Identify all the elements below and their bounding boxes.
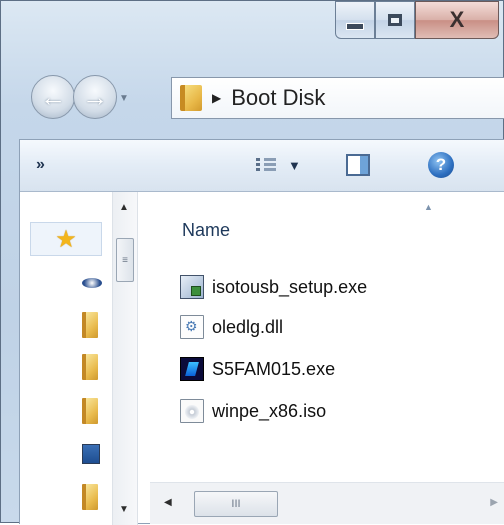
- file-list: ▲ Name isotousb_setup.exe oledlg.dll S5F…: [138, 192, 504, 525]
- setup-exe-icon: [180, 275, 204, 299]
- list-item[interactable]: isotousb_setup.exe: [180, 272, 367, 302]
- grip-icon: ≡: [122, 254, 128, 266]
- dll-file-icon: [180, 315, 204, 339]
- back-arrow-icon: ←: [40, 81, 66, 112]
- views-icon[interactable]: [256, 156, 276, 174]
- list-item[interactable]: winpe_x86.iso: [180, 396, 326, 426]
- disc-image-icon: [180, 399, 204, 423]
- maximize-icon: [388, 14, 402, 26]
- toolbar-overflow-button[interactable]: »: [36, 156, 45, 174]
- folder-icon[interactable]: [82, 312, 98, 338]
- caption-buttons: X: [335, 1, 499, 41]
- folder-icon[interactable]: [82, 484, 98, 510]
- address-bar[interactable]: ▶ Boot Disk: [171, 77, 504, 119]
- command-bar: » ▼ ?: [20, 140, 504, 192]
- maximize-button[interactable]: [375, 1, 415, 39]
- horizontal-scroll-thumb[interactable]: III: [194, 491, 278, 517]
- forward-arrow-icon: →: [82, 81, 108, 112]
- folder-icon: [180, 85, 202, 111]
- close-icon: X: [449, 7, 465, 32]
- file-name: oledlg.dll: [212, 316, 284, 337]
- close-button[interactable]: X: [415, 1, 499, 39]
- list-item[interactable]: oledlg.dll: [180, 312, 283, 342]
- desktop-icon[interactable]: [82, 444, 100, 464]
- drive-icon[interactable]: [82, 278, 102, 288]
- help-icon[interactable]: ?: [428, 152, 454, 178]
- chevron-down-icon: ▼: [119, 93, 129, 104]
- file-name: winpe_x86.iso: [212, 400, 327, 421]
- scroll-left-arrow-icon[interactable]: ◀: [164, 497, 172, 508]
- minimize-button[interactable]: [335, 1, 375, 39]
- explorer-window: X ← → ▼ ▶ Boot Disk » ▼ ? ★ ▲ ≡ ▼ ▲ Name…: [0, 0, 504, 525]
- scroll-down-arrow-icon[interactable]: ▼: [119, 504, 129, 515]
- forward-button[interactable]: →: [73, 75, 117, 119]
- nav-pane-vertical-scrollbar[interactable]: ▲ ≡ ▼: [112, 192, 138, 525]
- navigation-bar: ← → ▼ ▶ Boot Disk: [21, 71, 504, 123]
- file-name: isotousb_setup.exe: [212, 276, 368, 297]
- preview-pane-icon[interactable]: [346, 154, 370, 176]
- content-frame: » ▼ ? ★ ▲ ≡ ▼ ▲ Name isotousb_setup.exe …: [19, 139, 504, 525]
- column-header-name[interactable]: Name: [182, 220, 230, 241]
- sort-ascending-icon: ▲: [424, 202, 433, 212]
- minimize-icon: [346, 22, 364, 30]
- recent-pages-button[interactable]: ▼: [119, 93, 129, 104]
- horizontal-scrollbar[interactable]: ◀ III ▶: [150, 482, 504, 524]
- scroll-up-arrow-icon[interactable]: ▲: [119, 202, 129, 213]
- file-name: S5FAM015.exe: [212, 358, 336, 379]
- views-dropdown-arrow[interactable]: ▼: [288, 158, 301, 173]
- back-button[interactable]: ←: [31, 75, 75, 119]
- vertical-scroll-thumb[interactable]: ≡: [116, 238, 134, 282]
- application-exe-icon: [180, 357, 204, 381]
- breadcrumb-boot-disk[interactable]: Boot Disk: [231, 85, 325, 111]
- help-label: ?: [435, 155, 447, 174]
- folder-icon[interactable]: [82, 354, 98, 380]
- list-item[interactable]: S5FAM015.exe: [180, 354, 335, 384]
- folder-icon[interactable]: [82, 398, 98, 424]
- favorites-star-icon: ★: [55, 225, 77, 253]
- grip-icon: III: [231, 498, 241, 510]
- breadcrumb-separator[interactable]: ▶: [212, 91, 221, 105]
- nav-item-favorites[interactable]: ★: [30, 222, 102, 256]
- scroll-right-arrow-icon[interactable]: ▶: [490, 497, 498, 508]
